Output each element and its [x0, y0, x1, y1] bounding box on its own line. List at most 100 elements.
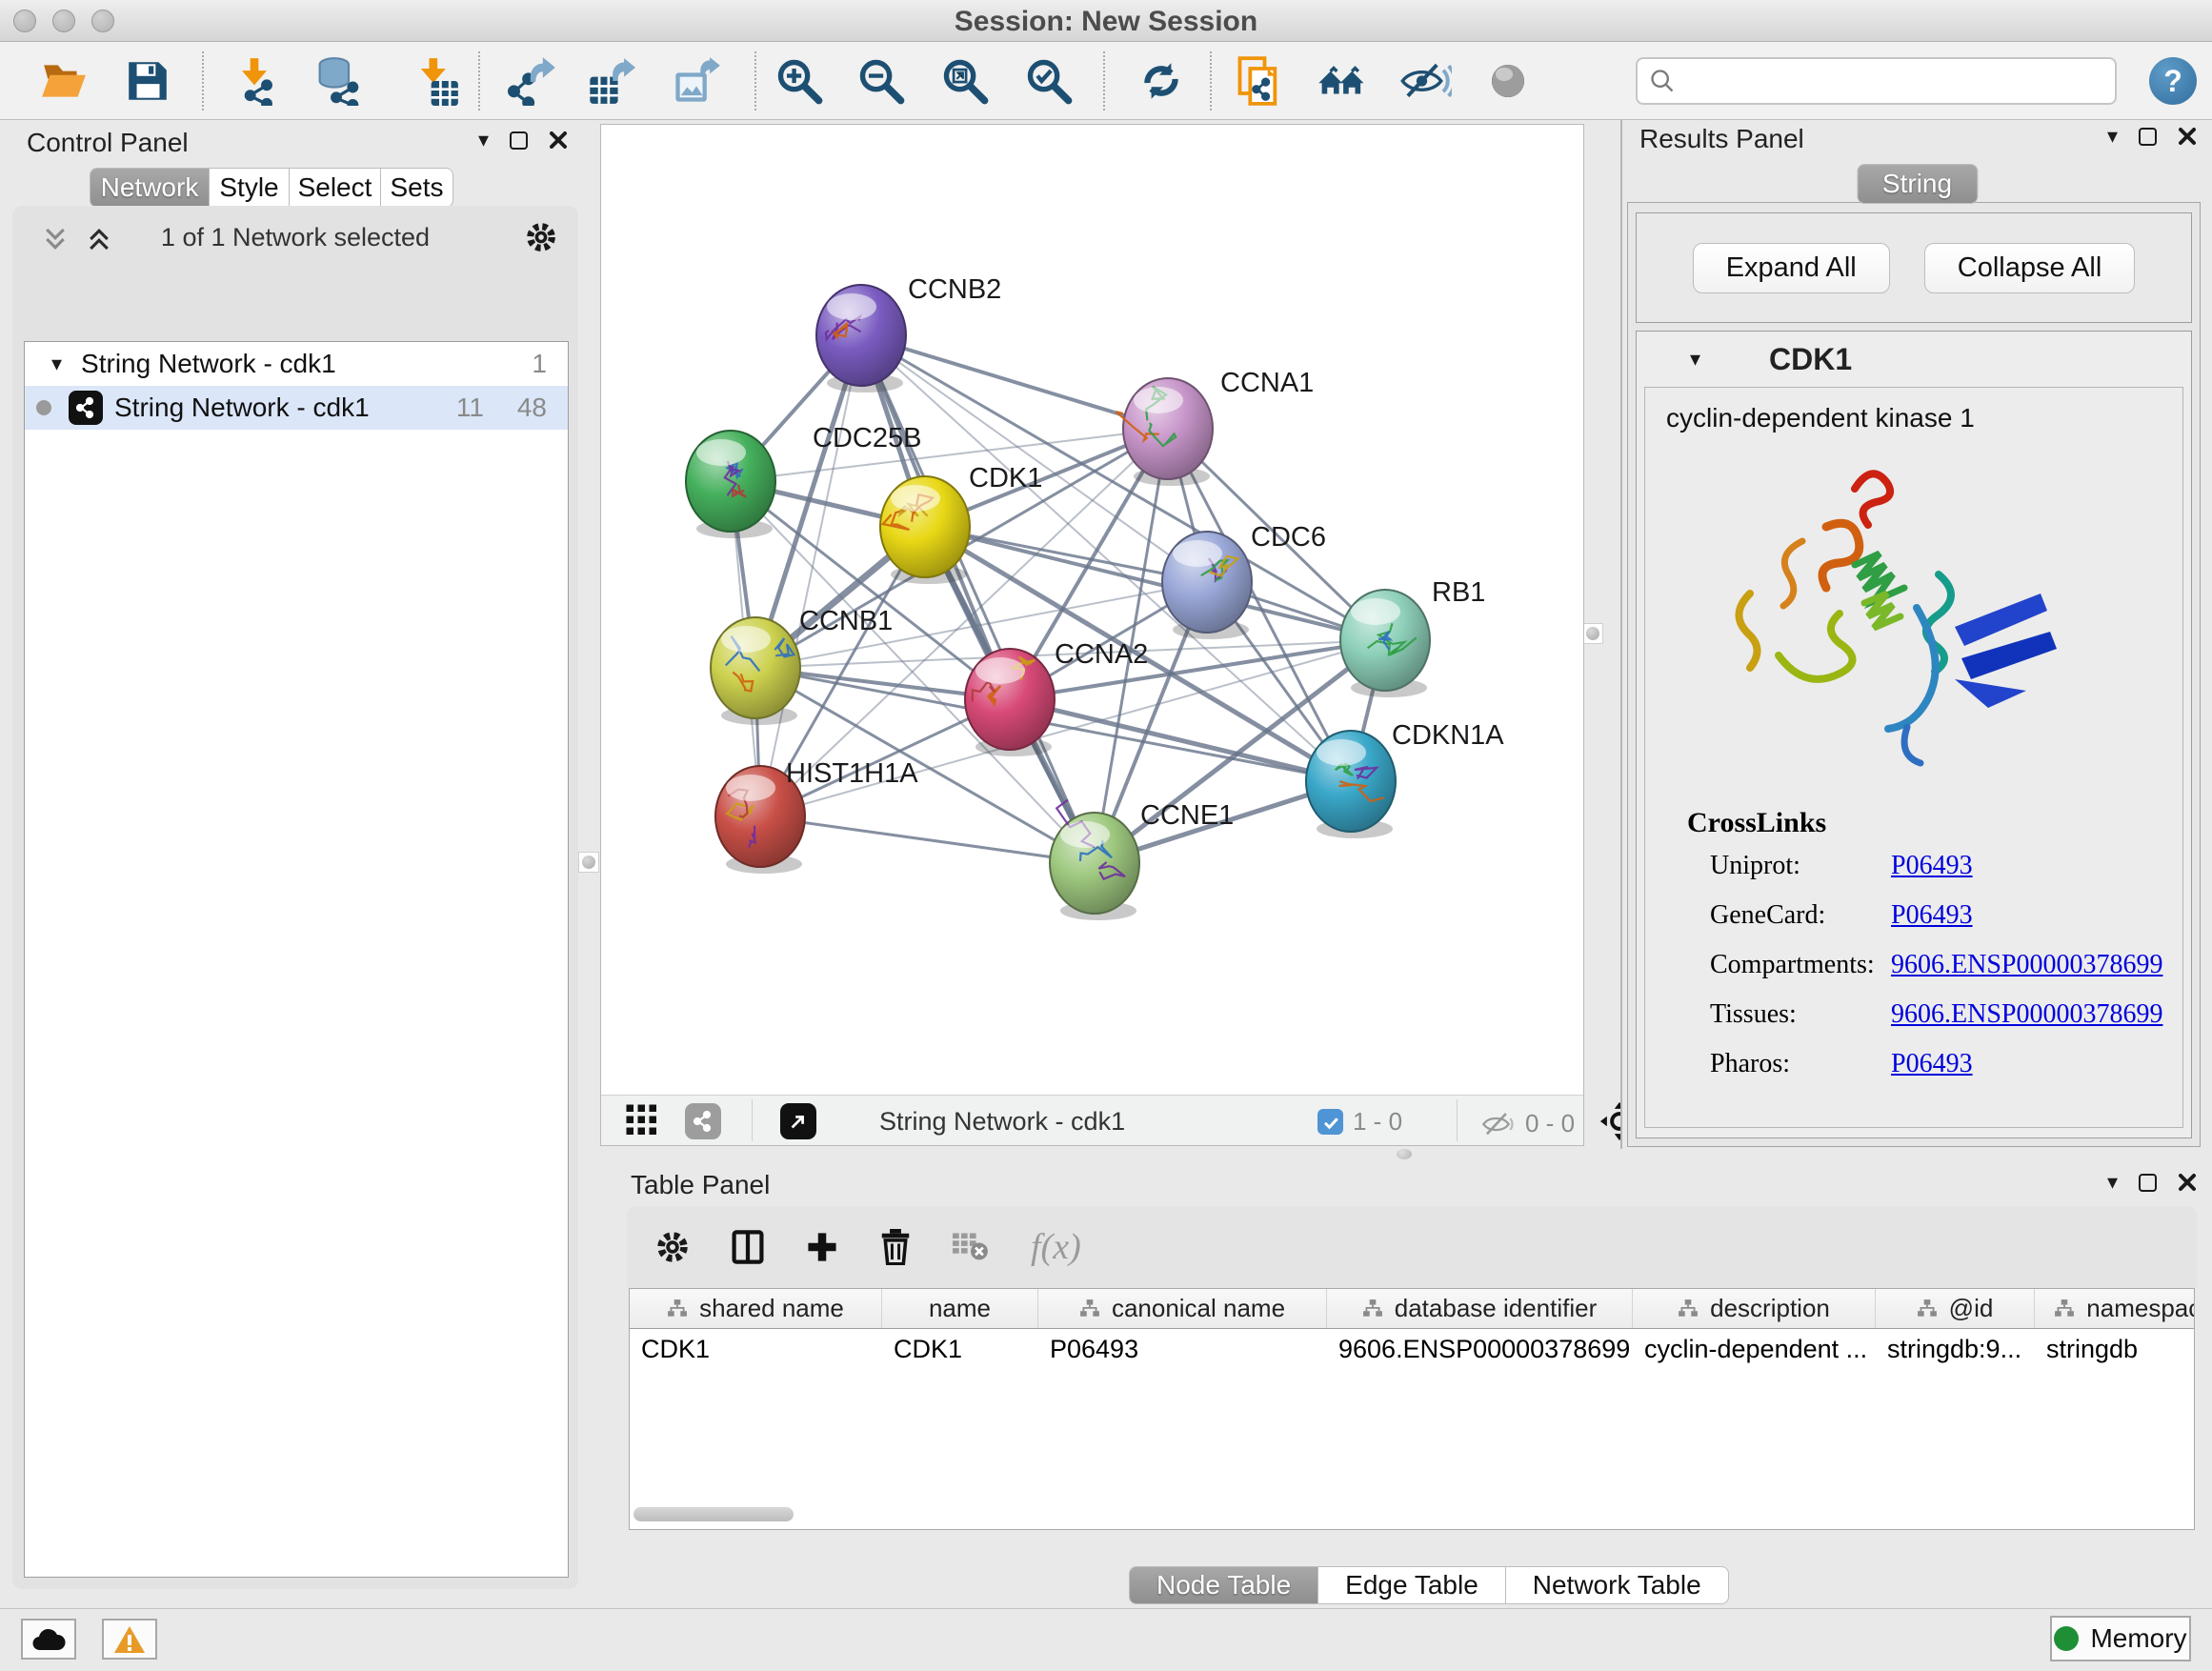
tab-node-table[interactable]: Node Table — [1129, 1566, 1318, 1604]
crosslink-value-link[interactable]: P06493 — [1891, 900, 1973, 931]
entry-caret-icon[interactable]: ▾ — [1690, 349, 1700, 370]
network-edge[interactable] — [760, 335, 861, 816]
left-splitter-handle[interactable] — [578, 852, 599, 873]
zoom-in-icon[interactable] — [774, 55, 825, 107]
tab-network-table[interactable]: Network Table — [1506, 1566, 1729, 1604]
table-cell[interactable]: P06493 — [1038, 1329, 1327, 1371]
float-panel-icon[interactable] — [2139, 1174, 2157, 1192]
right-splitter-handle[interactable] — [1582, 623, 1603, 644]
warnings-button[interactable] — [102, 1619, 157, 1660]
close-panel-icon[interactable] — [2178, 127, 2197, 146]
footer-separator — [752, 1099, 753, 1141]
tab-edge-table[interactable]: Edge Table — [1318, 1566, 1506, 1604]
panel-menu-icon[interactable]: ▾ — [478, 130, 489, 151]
open-session-icon[interactable] — [38, 55, 90, 107]
close-panel-icon[interactable] — [549, 131, 568, 150]
table-header-row: shared namenamecanonical namedatabase id… — [630, 1289, 2194, 1329]
export-image-icon[interactable] — [671, 55, 722, 107]
function-builder-icon[interactable]: f(x) — [1031, 1226, 1081, 1268]
table-cell[interactable]: CDK1 — [882, 1329, 1038, 1371]
table-cell[interactable]: stringdb:9... — [1876, 1329, 2035, 1371]
tab-string[interactable]: String — [1857, 164, 1978, 204]
cloud-status-button[interactable] — [21, 1619, 76, 1660]
network-node[interactable] — [1050, 800, 1139, 920]
hide-panel-eye-icon[interactable] — [1400, 55, 1452, 107]
network-edge[interactable] — [861, 335, 1168, 429]
import-table-icon[interactable] — [410, 55, 461, 107]
crosslink-value-link[interactable]: P06493 — [1891, 851, 1973, 881]
network-node[interactable] — [816, 285, 906, 393]
table-cell[interactable]: cyclin-dependent ... — [1633, 1329, 1876, 1371]
network-node[interactable] — [686, 431, 775, 538]
network-overview-icon[interactable] — [1317, 55, 1368, 107]
zoom-out-icon[interactable] — [855, 55, 907, 107]
crosslink-value-link[interactable]: 9606.ENSP00000378699 — [1891, 999, 2162, 1030]
delete-column-icon[interactable] — [880, 1229, 911, 1265]
collection-caret-icon[interactable]: ▾ — [51, 353, 62, 374]
tab-network[interactable]: Network — [90, 168, 210, 208]
hidden-eye-icon[interactable] — [1479, 1111, 1516, 1137]
import-network-database-icon[interactable] — [311, 55, 362, 107]
results-button-row: Expand All Collapse All — [1636, 212, 2192, 323]
table-cell[interactable]: CDK1 — [630, 1329, 882, 1371]
table-options-gear-icon[interactable] — [655, 1230, 690, 1264]
selected-checkbox-icon[interactable] — [1317, 1109, 1343, 1135]
memory-button[interactable]: Memory — [2050, 1616, 2191, 1661]
column-header[interactable]: shared name — [630, 1289, 882, 1328]
zoom-fit-icon[interactable] — [939, 55, 991, 107]
show-columns-icon[interactable] — [732, 1230, 764, 1264]
network-row-selected[interactable]: String Network - cdk1 11 48 — [25, 386, 568, 430]
export-table-icon[interactable] — [585, 55, 636, 107]
birdseye-grid-icon[interactable] — [625, 1103, 659, 1137]
network-node[interactable] — [711, 617, 800, 725]
open-external-icon[interactable] — [780, 1103, 816, 1139]
network-node-count: 11 — [456, 393, 484, 423]
node-entry-header[interactable]: ▾ CDK1 — [1637, 332, 2191, 387]
column-header[interactable]: namespace — [2035, 1289, 2195, 1328]
table-horizontal-scrollbar[interactable] — [633, 1507, 794, 1521]
show-panel-eye-icon[interactable] — [1482, 55, 1534, 107]
column-header[interactable]: name — [882, 1289, 1038, 1328]
network-node[interactable] — [1340, 590, 1430, 697]
network-options-gear-icon[interactable] — [525, 221, 557, 253]
column-header[interactable]: @id — [1876, 1289, 2035, 1328]
column-header[interactable]: database identifier — [1327, 1289, 1633, 1328]
help-button[interactable]: ? — [2149, 57, 2197, 105]
export-network-icon[interactable] — [507, 55, 558, 107]
tab-style[interactable]: Style — [210, 168, 290, 208]
network-graph[interactable]: CCNB2CCNA1CDC25BCDK1CDC6RB1CCNB1CCNA2CDK… — [601, 125, 1583, 1095]
collapse-all-button[interactable]: Collapse All — [1924, 243, 2136, 293]
network-node[interactable] — [1116, 378, 1214, 486]
crosslink-value-link[interactable]: 9606.ENSP00000378699 — [1891, 950, 2162, 980]
expand-all-button[interactable]: Expand All — [1693, 243, 1890, 293]
column-header[interactable]: canonical name — [1038, 1289, 1327, 1328]
network-view[interactable]: CCNB2CCNA1CDC25BCDK1CDC6RB1CCNB1CCNA2CDK… — [600, 124, 1584, 1146]
tab-sets[interactable]: Sets — [381, 168, 453, 208]
close-panel-icon[interactable] — [2178, 1173, 2197, 1192]
network-edge[interactable] — [760, 816, 1095, 863]
results-panel-title: Results Panel — [1639, 124, 1804, 154]
string-document-icon[interactable] — [1233, 55, 1284, 107]
column-header[interactable]: description — [1633, 1289, 1876, 1328]
save-session-icon[interactable] — [122, 55, 173, 107]
network-collection-row[interactable]: ▾ String Network - cdk1 1 — [25, 342, 568, 386]
search-input[interactable] — [1685, 67, 2103, 96]
string-share-icon[interactable] — [685, 1103, 721, 1139]
network-edge-count: 48 — [517, 393, 547, 423]
import-network-file-icon[interactable] — [229, 55, 280, 107]
table-cell[interactable]: 9606.ENSP00000378699 — [1327, 1329, 1633, 1371]
float-panel-icon[interactable] — [2139, 128, 2157, 146]
panel-menu-icon[interactable]: ▾ — [2107, 126, 2118, 147]
toolbar-search[interactable] — [1636, 57, 2117, 105]
delete-table-icon[interactable] — [953, 1233, 989, 1261]
table-cell[interactable]: stringdb — [2035, 1329, 2195, 1371]
tab-select[interactable]: Select — [290, 168, 381, 208]
refresh-view-icon[interactable] — [1136, 55, 1187, 107]
float-panel-icon[interactable] — [510, 131, 528, 150]
crosslink-value-link[interactable]: P06493 — [1891, 1049, 1973, 1079]
table-row[interactable]: CDK1CDK1P064939606.ENSP00000378699cyclin… — [630, 1329, 2194, 1371]
add-column-icon[interactable] — [806, 1231, 838, 1263]
panel-menu-icon[interactable]: ▾ — [2107, 1172, 2118, 1193]
network-node[interactable] — [1306, 731, 1396, 838]
zoom-selected-icon[interactable] — [1023, 55, 1075, 107]
